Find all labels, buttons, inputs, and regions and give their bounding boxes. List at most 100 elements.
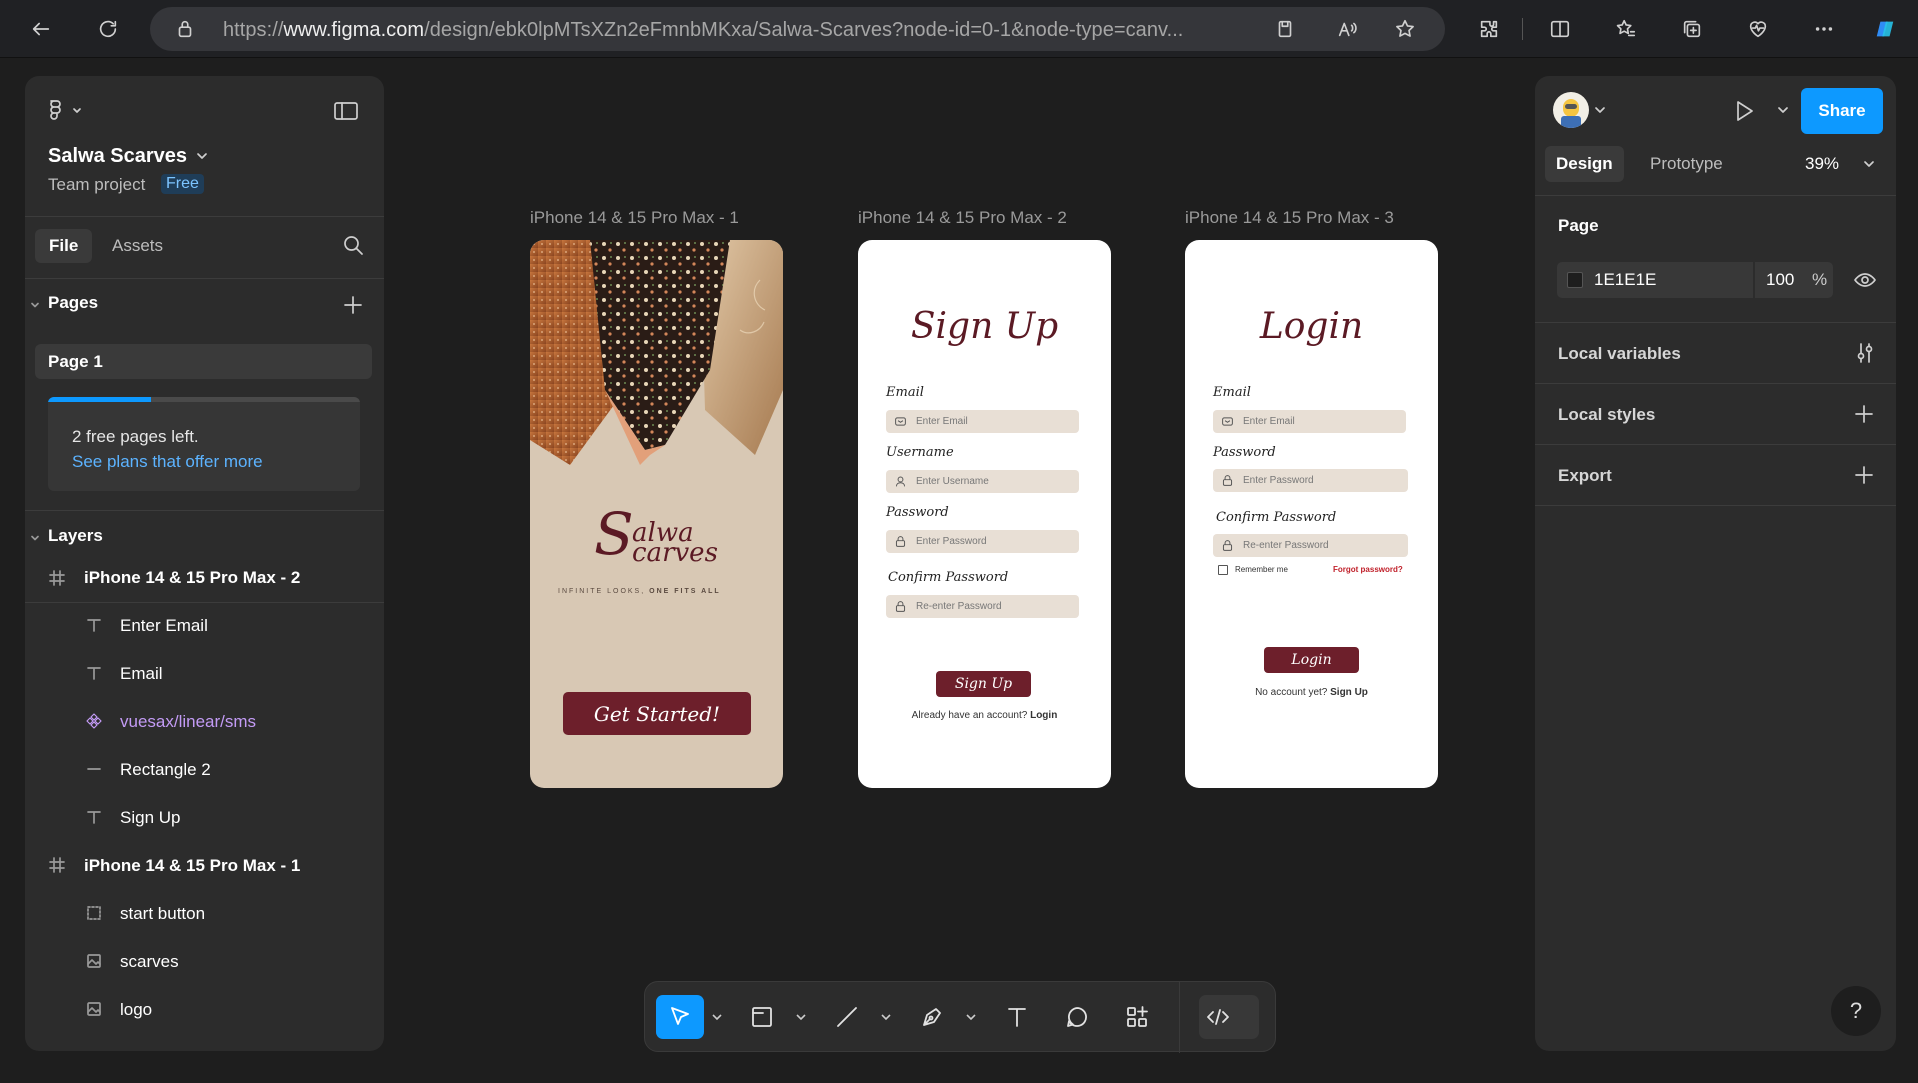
actions-tool[interactable] xyxy=(1115,995,1159,1039)
sign-up-link[interactable]: Sign Up xyxy=(1330,687,1368,698)
layer-row-rectangle[interactable]: Rectangle 2 xyxy=(25,747,384,795)
confirm-password-placeholder: Re-enter Password xyxy=(1243,540,1329,551)
help-button[interactable]: ? xyxy=(1831,986,1881,1036)
present-play-icon[interactable] xyxy=(1731,98,1757,129)
file-name[interactable]: Salwa Scarves xyxy=(48,145,187,168)
file-name-chevron-icon[interactable] xyxy=(195,149,209,168)
figma-menu-icon[interactable] xyxy=(47,98,87,129)
text-layer-icon xyxy=(86,617,102,638)
bg-opacity[interactable]: 100 xyxy=(1766,270,1794,290)
team-label[interactable]: Team project xyxy=(48,175,145,195)
frame-label-2[interactable]: iPhone 14 & 15 Pro Max - 2 xyxy=(858,208,1067,228)
layer-row-logo[interactable]: logo xyxy=(25,987,384,1035)
variables-icon[interactable] xyxy=(1853,341,1877,370)
layer-name: Rectangle 2 xyxy=(120,760,211,779)
read-aloud-icon[interactable] xyxy=(1332,14,1362,44)
share-button[interactable]: Share xyxy=(1801,88,1883,134)
sign-up-button[interactable]: Sign Up xyxy=(936,671,1031,697)
collections-icon[interactable] xyxy=(1677,14,1707,44)
login-link[interactable]: Login xyxy=(1030,710,1057,721)
export-label[interactable]: Export xyxy=(1558,466,1612,486)
move-tool-chevron-icon[interactable] xyxy=(711,1012,723,1022)
comment-tool[interactable] xyxy=(1055,995,1099,1039)
split-screen-icon[interactable] xyxy=(1545,14,1575,44)
tab-assets[interactable]: Assets xyxy=(112,236,163,256)
layer-row-enter-email[interactable]: Enter Email xyxy=(25,603,384,651)
back-icon[interactable] xyxy=(26,14,56,44)
email-sms-icon xyxy=(895,417,906,426)
frame-splash[interactable]: S alwa carves INFINITE LOOKS, ONE FITS A… xyxy=(530,240,783,788)
forgot-password-link[interactable]: Forgot password? xyxy=(1333,565,1403,574)
cursor-icon xyxy=(671,1007,689,1025)
more-menu-icon[interactable] xyxy=(1809,14,1839,44)
layer-row-email[interactable]: Email xyxy=(25,651,384,699)
color-swatch[interactable] xyxy=(1567,272,1583,288)
remember-me-checkbox[interactable] xyxy=(1218,565,1228,575)
frame-login[interactable]: Login Email Enter Email Password Enter P… xyxy=(1185,240,1438,788)
zoom-chevron-icon[interactable] xyxy=(1862,157,1876,176)
avatar[interactable] xyxy=(1553,92,1589,128)
layer-row-sign-up[interactable]: Sign Up xyxy=(25,795,384,843)
layers-collapse-icon[interactable] xyxy=(29,531,41,549)
favorites-icon[interactable] xyxy=(1611,14,1641,44)
tab-file[interactable]: File xyxy=(35,229,93,263)
layer-name: logo xyxy=(120,1000,153,1019)
search-icon[interactable] xyxy=(341,233,365,262)
get-started-button[interactable]: Get Started! xyxy=(563,692,751,735)
frame-tool-chevron-icon[interactable] xyxy=(795,1012,807,1022)
line-tool[interactable] xyxy=(825,995,869,1039)
frame-sign-up[interactable]: Sign Up Email Enter Email Username Enter… xyxy=(858,240,1111,788)
bg-color-hex[interactable]: 1E1E1E xyxy=(1594,270,1656,290)
text-layer-icon xyxy=(86,809,102,830)
layer-row-component[interactable]: vuesax/linear/sms xyxy=(25,699,384,747)
layer-row-frame-2[interactable]: iPhone 14 & 15 Pro Max - 2 xyxy=(25,556,384,602)
confirm-password-field[interactable]: Re-enter Password xyxy=(1213,534,1408,557)
visibility-eye-icon[interactable] xyxy=(1853,268,1877,297)
copilot-icon[interactable] xyxy=(1870,14,1900,44)
pen-tool[interactable] xyxy=(910,995,954,1039)
dev-mode-toggle[interactable] xyxy=(1199,995,1259,1039)
text-layer-icon xyxy=(86,665,102,686)
layer-name: iPhone 14 & 15 Pro Max - 1 xyxy=(84,856,301,875)
zoom-level[interactable]: 39% xyxy=(1805,154,1839,174)
favorite-star-icon[interactable] xyxy=(1390,14,1420,44)
pages-collapse-icon[interactable] xyxy=(29,298,41,316)
avatar-chevron-icon[interactable] xyxy=(1593,103,1607,122)
lock-icon[interactable] xyxy=(170,14,200,44)
tab-design[interactable]: Design xyxy=(1545,146,1624,182)
present-chevron-icon[interactable] xyxy=(1776,103,1790,122)
page-background-field[interactable]: 1E1E1E 100 % xyxy=(1557,262,1833,298)
browser-essentials-icon[interactable] xyxy=(1743,14,1773,44)
see-plans-link[interactable]: See plans that offer more xyxy=(72,452,263,472)
add-page-icon[interactable] xyxy=(342,294,364,321)
local-variables-label[interactable]: Local variables xyxy=(1558,344,1681,364)
layer-row-start-button[interactable]: start button xyxy=(25,891,384,939)
pen-tool-chevron-icon[interactable] xyxy=(965,1012,977,1022)
address-bar[interactable]: https://www.figma.com/design/ebk0lpMTsXZ… xyxy=(150,7,1445,51)
text-tool[interactable] xyxy=(995,995,1039,1039)
email-field[interactable]: Enter Email xyxy=(1213,410,1406,433)
local-styles-label[interactable]: Local styles xyxy=(1558,405,1655,425)
frame-label-1[interactable]: iPhone 14 & 15 Pro Max - 1 xyxy=(530,208,739,228)
layer-row-scarves[interactable]: scarves xyxy=(25,939,384,987)
layer-row-frame-1[interactable]: iPhone 14 & 15 Pro Max - 1 xyxy=(25,843,384,891)
email-field[interactable]: Enter Email xyxy=(886,410,1079,433)
move-tool[interactable] xyxy=(656,995,704,1039)
password-field[interactable]: Enter Password xyxy=(1213,469,1408,492)
line-tool-chevron-icon[interactable] xyxy=(880,1012,892,1022)
refresh-icon[interactable] xyxy=(93,14,123,44)
frame-tool[interactable] xyxy=(740,995,784,1039)
panel-toggle-icon[interactable] xyxy=(333,100,359,127)
plan-badge[interactable]: Free xyxy=(161,174,204,194)
add-style-icon[interactable] xyxy=(1853,403,1875,430)
add-export-icon[interactable] xyxy=(1853,464,1875,491)
login-button[interactable]: Login xyxy=(1264,647,1359,673)
confirm-password-field[interactable]: Re-enter Password xyxy=(886,595,1079,618)
tab-prototype[interactable]: Prototype xyxy=(1650,154,1723,174)
password-field[interactable]: Enter Password xyxy=(886,530,1079,553)
frame-label-3[interactable]: iPhone 14 & 15 Pro Max - 3 xyxy=(1185,208,1394,228)
username-field[interactable]: Enter Username xyxy=(886,470,1079,493)
extensions-icon[interactable] xyxy=(1474,14,1504,44)
page-item[interactable]: Page 1 xyxy=(35,344,372,379)
save-page-icon[interactable] xyxy=(1270,14,1300,44)
